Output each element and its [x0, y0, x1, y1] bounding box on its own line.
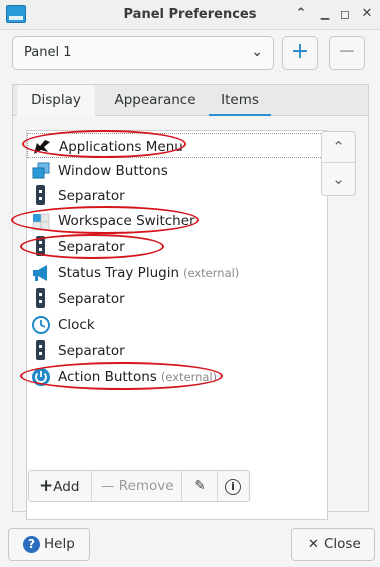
tab-bar: Display Appearance Items [13, 85, 368, 116]
separator-icon [36, 236, 45, 256]
help-icon: ? [23, 536, 40, 553]
workspace-switcher-icon [32, 213, 50, 231]
about-item-button[interactable]: i [225, 471, 243, 501]
item-label: Workspace Switcher [58, 213, 195, 229]
clock-icon [32, 316, 50, 334]
list-item[interactable]: Workspace Switcher [27, 208, 327, 233]
panel-select[interactable]: Panel 1 ⌄ [12, 36, 274, 70]
minus-icon: — [101, 478, 115, 494]
list-item[interactable]: Separator [27, 286, 327, 311]
edit-icon: ✎ [194, 478, 206, 494]
close-icon: ✕ [308, 537, 319, 552]
window-buttons-icon [32, 162, 50, 179]
tab-items[interactable]: Items [209, 85, 271, 116]
add-item-label: Add [53, 479, 80, 495]
collapse-icon[interactable]: ⌃ [292, 5, 310, 23]
edit-item-button[interactable]: ✎ [189, 471, 211, 501]
move-up-button[interactable]: ⌃ [322, 132, 355, 163]
item-label: Action Buttons (external) [58, 369, 218, 385]
list-toolbar: +Add — Remove ✎ i [28, 470, 250, 502]
list-item[interactable]: Separator [27, 183, 327, 208]
list-item[interactable]: Window Buttons [27, 158, 327, 183]
item-label: Status Tray Plugin (external) [58, 265, 240, 281]
item-label: Separator [58, 188, 125, 204]
list-item[interactable]: Action Buttons (external) [27, 364, 327, 389]
minimize-icon[interactable]: ▁ [316, 5, 334, 23]
close-window-icon[interactable]: ✕ [358, 5, 376, 23]
move-down-button[interactable]: ⌄ [322, 164, 355, 195]
megaphone-icon [33, 265, 47, 281]
list-item[interactable]: Status Tray Plugin (external) [27, 260, 327, 285]
chevron-down-icon: ⌄ [251, 44, 263, 60]
separator-icon [36, 340, 45, 360]
plus-icon: + [39, 476, 54, 496]
info-icon: i [225, 479, 241, 495]
list-item[interactable]: Separator [27, 338, 327, 363]
maximize-icon[interactable]: ◻ [336, 5, 354, 23]
remove-item-button[interactable]: — Remove [101, 471, 174, 501]
item-label: Separator [58, 291, 125, 307]
tab-display[interactable]: Display [17, 85, 95, 116]
list-item[interactable]: Clock [27, 312, 327, 337]
applications-menu-icon [34, 140, 50, 154]
title-bar: Panel Preferences ⌃ ▁ ◻ ✕ [0, 0, 380, 30]
power-icon [32, 368, 50, 386]
item-label: Clock [58, 317, 95, 333]
remove-panel-button[interactable]: − [329, 36, 365, 70]
add-panel-button[interactable]: + [282, 36, 318, 70]
list-item[interactable]: Separator [27, 234, 327, 259]
item-label: Separator [58, 239, 125, 255]
help-button[interactable]: ? Help [8, 528, 90, 561]
list-item[interactable]: Applications Menu [27, 133, 327, 158]
close-button[interactable]: ✕ Close [291, 528, 375, 561]
help-label: Help [44, 536, 75, 552]
add-item-button[interactable]: +Add [39, 471, 79, 501]
tab-appearance[interactable]: Appearance [105, 85, 205, 116]
separator-icon [36, 288, 45, 308]
close-label: Close [324, 536, 361, 552]
separator-icon [36, 185, 45, 205]
item-label: Separator [58, 343, 125, 359]
item-label: Applications Menu [59, 139, 183, 155]
remove-item-label: Remove [118, 478, 174, 494]
panel-select-value: Panel 1 [24, 45, 72, 60]
reorder-buttons: ⌃ ⌄ [321, 131, 356, 196]
plugin-list: Applications Menu Window Buttons Separat… [26, 130, 328, 520]
item-label: Window Buttons [58, 163, 168, 179]
